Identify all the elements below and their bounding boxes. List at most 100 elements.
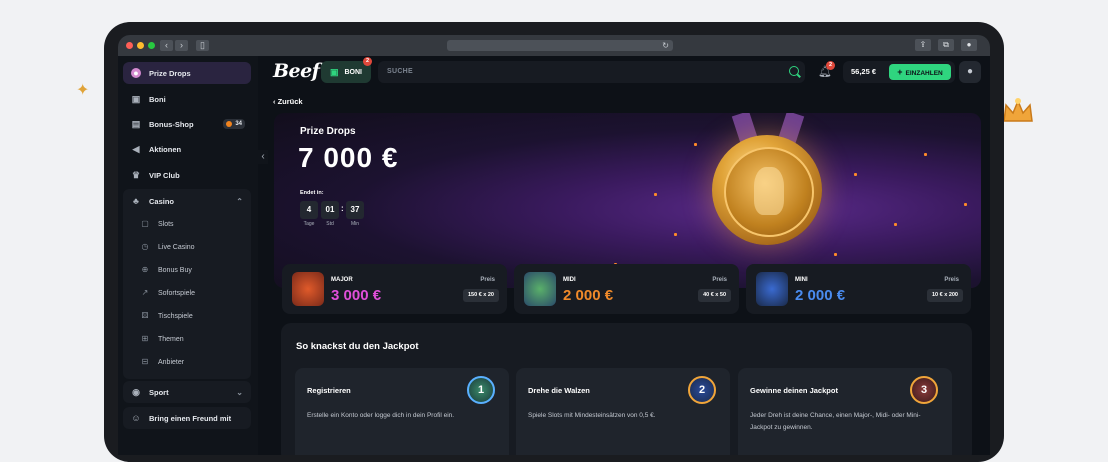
medal-inner bbox=[724, 147, 814, 237]
plus-icon: + bbox=[897, 67, 903, 77]
table-games-icon: ⚄ bbox=[141, 311, 149, 320]
sidebar-item-label: Sport bbox=[149, 387, 169, 397]
minimize-window-button[interactable] bbox=[137, 42, 144, 49]
sidebar-item-label: Prize Drops bbox=[149, 68, 191, 78]
sidebar-sub-anbieter[interactable]: ⊟ Anbieter bbox=[123, 352, 251, 372]
countdown-hours-label: Std bbox=[326, 221, 334, 227]
step-description: Spiele Slots mit Mindesteinsätzen von 0,… bbox=[528, 412, 656, 419]
sidebar-sub-slots[interactable]: ▢ Slots bbox=[123, 214, 251, 234]
step-number-1-icon: 1 bbox=[467, 376, 495, 404]
step-card-3: Gewinne deinen Jackpot 3 Jeder Dreh ist … bbox=[738, 368, 952, 455]
tier-card-midi[interactable]: MIDI 2 000 € Preis 40 € x 50 bbox=[514, 264, 739, 314]
close-window-button[interactable] bbox=[126, 42, 133, 49]
countdown-minutes: 37 bbox=[346, 201, 364, 219]
sidebar-item-label: Bring einen Freund mit bbox=[149, 413, 232, 423]
browser-back-button[interactable]: ‹ bbox=[160, 40, 173, 51]
tier-amount: 2 000 € bbox=[795, 287, 846, 304]
prize-drops-hero: Prize Drops 7 000 € Endet in: 4 01 : 37 … bbox=[274, 113, 981, 288]
bonus-buy-icon: ⊕ bbox=[141, 265, 149, 274]
sidebar-item-label: Boni bbox=[149, 94, 166, 104]
crown-decoration-icon bbox=[1003, 98, 1033, 122]
user-icon: ● bbox=[966, 66, 974, 77]
wallet: 56,25 € + EINZAHLEN bbox=[843, 61, 955, 83]
step-card-2: Drehe die Walzen 2 Spiele Slots mit Mind… bbox=[516, 368, 730, 455]
notification-badge: 2 bbox=[826, 61, 835, 70]
sidebar-sub-sofortspiele[interactable]: ↗ Sofortspiele bbox=[123, 283, 251, 303]
chevron-down-icon: ⌄ bbox=[236, 387, 243, 397]
tier-price-label: Preis bbox=[944, 277, 959, 283]
mini-star-icon bbox=[756, 272, 788, 306]
share-button[interactable]: ⇪ bbox=[915, 39, 931, 51]
sparkle-icon: ✦ bbox=[76, 82, 90, 99]
step-title: Gewinne deinen Jackpot bbox=[750, 386, 838, 395]
sidebar-sub-bonus-buy[interactable]: ⊕ Bonus Buy bbox=[123, 260, 251, 280]
tier-price: 40 € x 50 bbox=[698, 289, 731, 302]
sidebar-item-vip-club[interactable]: ♛ VIP Club bbox=[123, 164, 251, 186]
jackpot-medal-image bbox=[712, 135, 822, 245]
sidebar-item-sport[interactable]: ◉ Sport ⌄ bbox=[123, 381, 251, 403]
search-input[interactable]: SUCHE bbox=[378, 61, 805, 83]
maximize-window-button[interactable] bbox=[148, 42, 155, 49]
boni-count-badge: 2 bbox=[363, 57, 372, 66]
browser-toolbar: ‹ › ▯ ↻ ⇪ ⧉ ● bbox=[118, 35, 990, 56]
browser-forward-button[interactable]: › bbox=[175, 40, 188, 51]
app-screen: ‹ › ▯ ↻ ⇪ ⧉ ● ● Prize Drops ▣ Boni ▤ Bon… bbox=[118, 35, 990, 455]
sidebar-sub-label: Tischspiele bbox=[158, 312, 193, 320]
back-label: Zurück bbox=[277, 97, 303, 106]
tier-card-major[interactable]: MAJOR 3 000 € Preis 150 € x 20 bbox=[282, 264, 507, 314]
shop-icon: ▤ bbox=[131, 119, 141, 129]
casino-icon: ♣ bbox=[133, 196, 139, 206]
sidebar-sub-live-casino[interactable]: ◷ Live Casino bbox=[123, 237, 251, 257]
step-title: Drehe die Walzen bbox=[528, 386, 590, 395]
sidebar-item-casino[interactable]: ♣ Casino ⌃ bbox=[123, 190, 251, 212]
laptop-frame: ‹ › ▯ ↻ ⇪ ⧉ ● ● Prize Drops ▣ Boni ▤ Bon… bbox=[104, 22, 1004, 462]
prize-drops-avatar-icon: ● bbox=[131, 68, 141, 78]
tier-amount: 3 000 € bbox=[331, 287, 382, 304]
sidebar-sub-tischspiele[interactable]: ⚄ Tischspiele bbox=[123, 306, 251, 326]
balance[interactable]: 56,25 € bbox=[851, 61, 876, 83]
tier-amount: 2 000 € bbox=[563, 287, 614, 304]
tier-price: 150 € x 20 bbox=[463, 289, 499, 302]
tier-price-label: Preis bbox=[480, 277, 495, 283]
collapse-sidebar-chevron-icon[interactable]: ‹ bbox=[258, 150, 268, 164]
sidebar-toggle-button[interactable]: ▯ bbox=[196, 40, 209, 51]
live-casino-icon: ◷ bbox=[141, 242, 149, 251]
sidebar-item-prize-drops[interactable]: ● Prize Drops bbox=[123, 62, 251, 84]
tier-card-mini[interactable]: MINI 2 000 € Preis 10 € x 200 bbox=[746, 264, 971, 314]
deposit-button[interactable]: + EINZAHLEN bbox=[889, 64, 951, 80]
address-bar[interactable]: ↻ bbox=[447, 40, 673, 51]
sidebar-item-label: Casino bbox=[149, 196, 175, 206]
badge-count: 34 bbox=[235, 121, 242, 127]
medal-face bbox=[754, 167, 784, 215]
coin-icon bbox=[226, 121, 233, 127]
slots-icon: ▢ bbox=[141, 219, 149, 228]
downloads-button[interactable]: ● bbox=[961, 39, 977, 51]
sidebar-item-boni[interactable]: ▣ Boni bbox=[123, 88, 251, 110]
sidebar-item-bonus-shop[interactable]: ▤ Bonus-Shop 34 bbox=[123, 113, 251, 135]
sidebar-item-aktionen[interactable]: ◀ Aktionen bbox=[123, 138, 251, 160]
tabs-button[interactable]: ⧉ bbox=[938, 39, 954, 51]
step-number-2-icon: 2 bbox=[688, 376, 716, 404]
sidebar-sub-themen[interactable]: ⊞ Themen bbox=[123, 329, 251, 349]
chevron-up-icon: ⌃ bbox=[236, 196, 243, 206]
how-title: So knackst du den Jackpot bbox=[296, 341, 419, 352]
sidebar-sub-label: Live Casino bbox=[158, 243, 195, 251]
sidebar-item-label: Bonus-Shop bbox=[149, 119, 194, 129]
sidebar-item-refer-friend[interactable]: ☺ Bring einen Freund mit bbox=[123, 407, 251, 429]
back-link[interactable]: ‹ Zurück bbox=[273, 97, 303, 106]
countdown-colon: : bbox=[341, 204, 344, 213]
step-description: Erstelle ein Konto oder logge dich in de… bbox=[307, 412, 455, 419]
countdown-minutes-label: Min bbox=[350, 221, 360, 227]
countdown-days: 4 bbox=[300, 201, 318, 219]
themes-icon: ⊞ bbox=[141, 334, 149, 343]
reload-icon[interactable]: ↻ bbox=[662, 40, 669, 51]
gift-icon: ▣ bbox=[131, 94, 141, 104]
user-plus-icon: ☺ bbox=[131, 413, 141, 423]
site-logo[interactable]: Beef bbox=[273, 60, 320, 82]
search-icon[interactable] bbox=[789, 66, 799, 76]
sidebar-sub-label: Themen bbox=[158, 335, 184, 343]
sidebar-item-label: Aktionen bbox=[149, 144, 182, 154]
gift-icon: ▣ bbox=[329, 66, 339, 77]
user-profile-button[interactable]: ● bbox=[959, 61, 981, 83]
step-title: Registrieren bbox=[307, 386, 351, 395]
